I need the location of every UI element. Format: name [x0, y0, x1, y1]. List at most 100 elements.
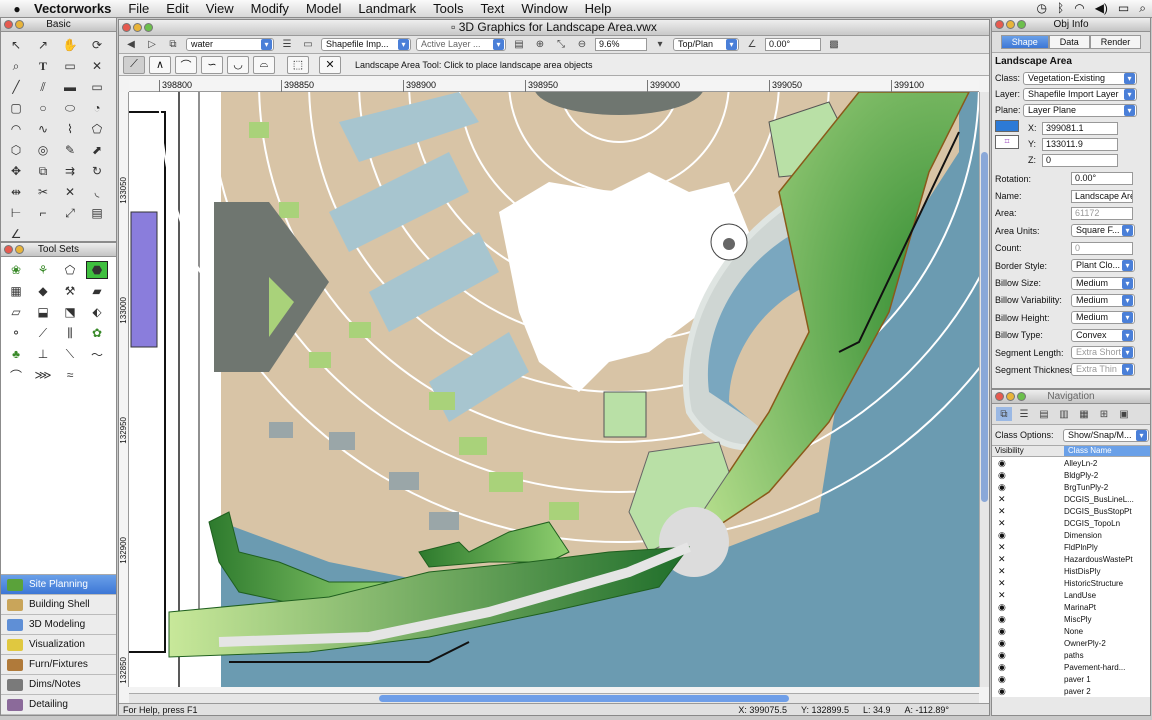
arc-tool-icon[interactable]: ◠ [5, 120, 27, 138]
toolset-3d-modeling[interactable]: 3D Modeling [1, 615, 116, 635]
line-tool-icon[interactable]: ╱ [5, 78, 27, 96]
class-row[interactable]: ✕ DCGIS_TopoLn [992, 517, 1150, 529]
views-view-icon[interactable]: ▥ [1056, 407, 1072, 421]
attribute-tool-icon[interactable]: ⬈ [86, 141, 108, 159]
reference-point-icon[interactable]: ⌗ [995, 135, 1019, 149]
drawing-canvas[interactable] [129, 92, 979, 687]
layer-icon[interactable]: ☰ [279, 38, 295, 52]
rotate-plan-icon[interactable]: ∠ [744, 38, 760, 52]
class-row[interactable]: ◉ Dimension [992, 529, 1150, 541]
bezier-mode-icon[interactable]: ⌒ [175, 55, 197, 74]
contour-tool-icon[interactable]: ≈ [59, 366, 81, 384]
roadway-tool-icon[interactable]: ⬓ [32, 303, 54, 321]
sheet-tool-icon[interactable]: ▤ [86, 204, 108, 222]
site-model-tool-icon[interactable]: ⬠ [59, 261, 81, 279]
documents-view-icon[interactable]: ▣ [1116, 407, 1132, 421]
callout-tool-icon[interactable]: ▭ [59, 57, 81, 75]
param-value[interactable]: 0.00° [1071, 172, 1133, 186]
plane-select[interactable]: Layer Plane [1023, 103, 1137, 117]
eye-visible-icon[interactable]: ◉ [992, 530, 1064, 541]
invisible-x-icon[interactable]: ✕ [992, 494, 1064, 505]
oval-tool-icon[interactable]: ⬭ [59, 99, 81, 117]
rotation-field[interactable]: 0.00° [765, 38, 821, 51]
corner-vertex-mode-icon[interactable]: ∧ [149, 55, 171, 74]
classname-header[interactable]: Class Name [1064, 446, 1150, 456]
app-menu[interactable]: Vectorworks [34, 1, 111, 16]
close-icon[interactable] [4, 20, 13, 29]
invisible-x-icon[interactable]: ✕ [992, 566, 1064, 577]
split-tool-icon[interactable]: ✂ [32, 183, 54, 201]
menu-landmark[interactable]: Landmark [358, 1, 416, 16]
close-icon[interactable] [122, 23, 131, 32]
class-row[interactable]: ✕ FldPlnPly [992, 541, 1150, 553]
invisible-x-icon[interactable]: ✕ [992, 554, 1064, 565]
arc-mode-icon[interactable]: ◡ [227, 55, 249, 74]
param-value[interactable]: Medium [1071, 311, 1135, 325]
irrigation-tool-icon[interactable]: ⚒ [59, 282, 81, 300]
eye-visible-icon[interactable]: ◉ [992, 614, 1064, 625]
angle-tool-icon[interactable]: ∠ [5, 225, 27, 243]
toolset-site-planning[interactable]: Site Planning [1, 575, 116, 595]
render-mode-icon[interactable]: ▩ [826, 38, 842, 52]
param-value[interactable]: Medium [1071, 293, 1135, 307]
param-value[interactable]: Convex [1071, 328, 1135, 342]
fillet-tool-icon[interactable]: ◟ [86, 183, 108, 201]
tab-shape[interactable]: Shape [1000, 35, 1049, 49]
wifi-icon[interactable]: ◠ [1074, 1, 1084, 16]
walk-tool-icon[interactable]: ⌒ [5, 366, 27, 384]
eye-visible-icon[interactable]: ◉ [992, 482, 1064, 493]
y-field[interactable]: 133011.9 [1042, 137, 1118, 151]
close-icon[interactable] [995, 392, 1004, 401]
toolset-dims-notes[interactable]: Dims/Notes [1, 675, 116, 695]
menu-text[interactable]: Text [481, 1, 505, 16]
classes-view-icon[interactable]: ⧉ [996, 407, 1012, 421]
class-row[interactable]: ◉ AlleyLn-2 [992, 457, 1150, 469]
close-icon[interactable] [995, 20, 1004, 29]
quarter-arc-tool-icon[interactable]: ◔ [86, 99, 108, 117]
cubic-mode-icon[interactable]: ∽ [201, 55, 223, 74]
zoom-tool-icon[interactable]: ⌕ [5, 57, 27, 75]
class-row[interactable]: ◉ None [992, 625, 1150, 637]
rectangle-tool-icon[interactable]: ▭ [86, 78, 108, 96]
references-view-icon[interactable]: ▦ [1076, 407, 1092, 421]
invisible-x-icon[interactable]: ✕ [992, 578, 1064, 589]
back-icon[interactable]: ◀ [123, 38, 139, 52]
spiral-tool-icon[interactable]: ◎ [32, 141, 54, 159]
pan-tool-icon[interactable]: ✋ [59, 36, 81, 54]
rotate-tool-icon[interactable]: ↻ [86, 162, 108, 180]
wall-tool-icon[interactable]: ▬ [59, 78, 81, 96]
zoom-menu-icon[interactable]: ▾ [652, 38, 668, 52]
eye-visible-icon[interactable]: ◉ [992, 602, 1064, 613]
parking-tool-icon[interactable]: ⬔ [59, 303, 81, 321]
spotlight-icon[interactable]: ⌕ [1139, 1, 1146, 16]
swale-tool-icon[interactable]: 〜 [86, 345, 108, 363]
polyline-mode-icon[interactable]: ⟋ [123, 55, 145, 74]
pad-tool-icon[interactable]: ▰ [86, 282, 108, 300]
hedge-tool-icon[interactable]: ⊥ [32, 345, 54, 363]
toolset-visualization[interactable]: Visualization [1, 635, 116, 655]
curb-tool-icon[interactable]: ⟋ [32, 324, 54, 342]
selection-tool-icon[interactable]: ↖ [5, 36, 27, 54]
invisible-x-icon[interactable]: ✕ [992, 590, 1064, 601]
class-select[interactable]: Vegetation-Existing [1023, 71, 1137, 85]
tree-tool-icon[interactable]: ✿ [86, 324, 108, 342]
class-row[interactable]: ◉ paths [992, 649, 1150, 661]
menu-help[interactable]: Help [585, 1, 612, 16]
vertical-scrollbar[interactable] [979, 92, 989, 687]
menu-file[interactable]: File [128, 1, 149, 16]
rounded-rect-tool-icon[interactable]: ▢ [5, 99, 27, 117]
eye-visible-icon[interactable]: ◉ [992, 626, 1064, 637]
zoom-icon[interactable] [1017, 392, 1026, 401]
eye-visible-icon[interactable]: ◉ [992, 470, 1064, 481]
menu-modify[interactable]: Modify [251, 1, 289, 16]
clip-tool-icon[interactable]: ⌐ [32, 204, 54, 222]
menu-window[interactable]: Window [521, 1, 567, 16]
tab-data[interactable]: Data [1048, 35, 1090, 49]
eye-visible-icon[interactable]: ◉ [992, 674, 1064, 685]
zoom-out-icon[interactable]: ⊖ [574, 38, 590, 52]
class-row[interactable]: ◉ paver 1 [992, 673, 1150, 685]
stake-tool-icon[interactable]: ♣ [5, 345, 27, 363]
freehand-tool-icon[interactable]: ∿ [32, 120, 54, 138]
path-tool-icon[interactable]: ⋙ [32, 366, 54, 384]
menu-view[interactable]: View [206, 1, 234, 16]
